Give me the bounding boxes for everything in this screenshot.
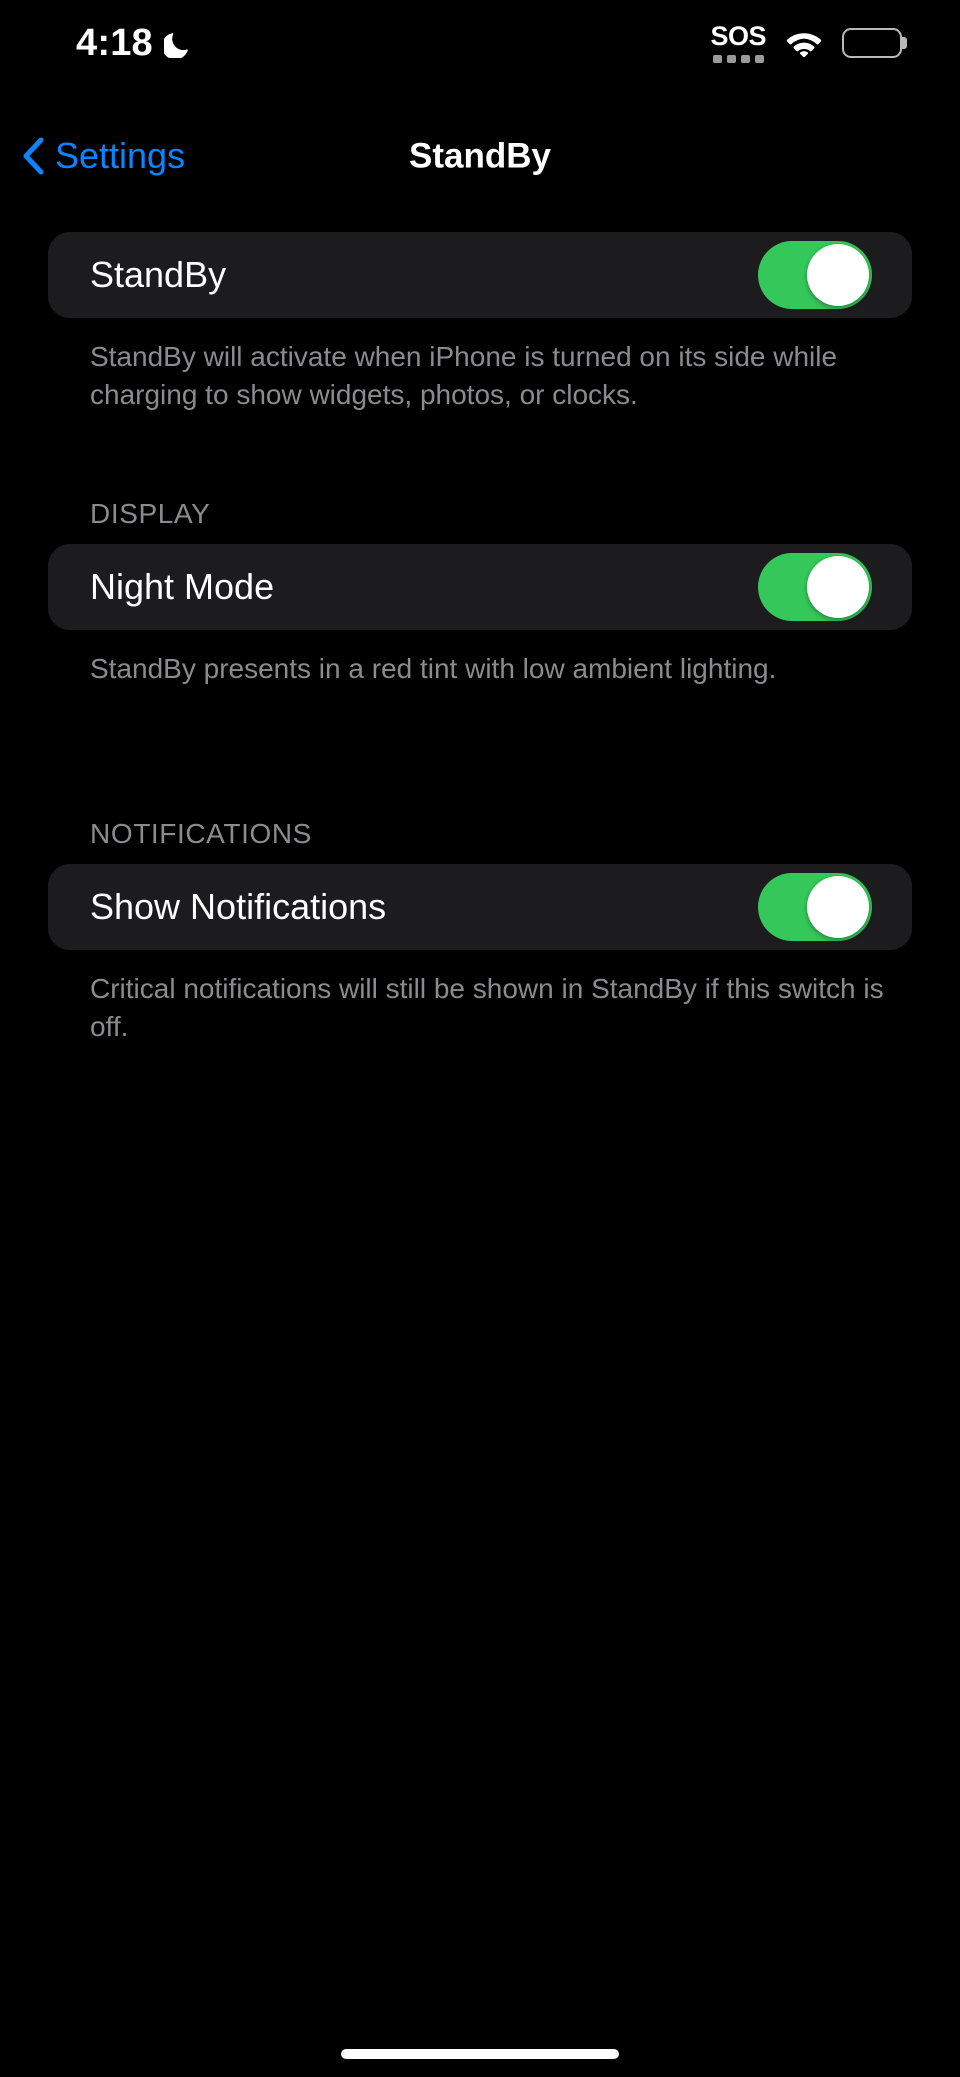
row-label: Night Mode	[90, 566, 275, 608]
sos-label: SOS	[710, 21, 766, 51]
footer-show-notifications: Critical notifications will still be sho…	[90, 973, 884, 1043]
home-indicator[interactable]	[341, 2049, 619, 2059]
battery-full-icon	[842, 28, 907, 58]
section-header-display: DISPLAY	[90, 498, 211, 530]
settings-card: Show Notifications	[48, 864, 912, 951]
navigation-bar: Settings StandBy	[0, 122, 960, 190]
settings-card: StandBy	[48, 232, 912, 318]
row-label: Show Notifications	[90, 886, 387, 928]
toggle-standby[interactable]	[758, 241, 872, 309]
row-standby[interactable]: StandBy	[48, 232, 912, 318]
status-time: 4:18	[76, 22, 153, 64]
settings-group-display: DISPLAY Night Mode StandBy presents in a…	[0, 498, 960, 688]
settings-group-notifications: NOTIFICATIONS Show Notifications Critica…	[0, 818, 960, 1046]
status-bar-right: SOS	[710, 23, 912, 63]
footer-standby: StandBy will activate when iPhone is tur…	[90, 341, 838, 411]
wifi-icon	[786, 30, 822, 57]
row-show-notifications[interactable]: Show Notifications	[48, 864, 912, 950]
settings-group-standby: StandBy StandBy will activate when iPhon…	[0, 232, 960, 414]
toggle-knob	[807, 244, 869, 306]
section-header-notifications: NOTIFICATIONS	[90, 818, 312, 850]
toggle-night-mode[interactable]	[758, 553, 872, 622]
row-night-mode[interactable]: Night Mode	[48, 544, 912, 630]
status-bar: 4:18 SOS	[0, 0, 960, 86]
sos-indicator: SOS	[710, 23, 766, 63]
cellular-signal-dots	[712, 55, 764, 63]
toggle-knob	[807, 556, 869, 619]
toggle-show-notifications[interactable]	[758, 873, 872, 942]
settings-card: Night Mode	[48, 544, 912, 631]
footer-night-mode: StandBy presents in a red tint with low …	[90, 653, 777, 685]
iphone-screen: 4:18 SOS Settings StandBy StandBy StandB…	[0, 0, 960, 2077]
crescent-moon-icon	[161, 29, 191, 59]
settings-content: StandBy StandBy will activate when iPhon…	[0, 190, 960, 1046]
status-bar-left: 4:18	[76, 24, 191, 62]
row-label: StandBy	[90, 254, 227, 295]
toggle-knob	[807, 876, 869, 939]
page-title: StandBy	[409, 136, 551, 176]
